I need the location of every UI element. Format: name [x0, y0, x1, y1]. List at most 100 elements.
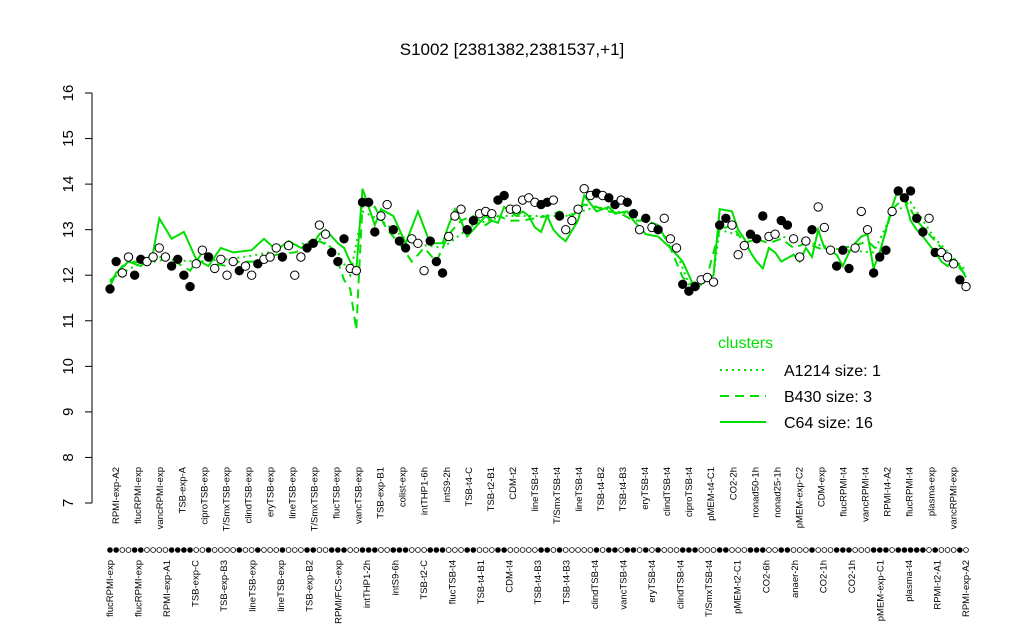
x-label-bottom: CO2-6h [761, 560, 772, 593]
x-label-top: lineTSB-exp [288, 467, 299, 519]
data-point [394, 236, 405, 246]
rug-marker [495, 547, 501, 553]
y-tick-label: 15 [60, 130, 77, 147]
rug-marker [168, 547, 175, 553]
x-label-top: ciproTSB-t4 [684, 467, 695, 517]
data-point [154, 243, 164, 253]
rug-marker [735, 547, 741, 553]
rug-marker [211, 547, 218, 553]
y-tick-label: 14 [60, 176, 77, 193]
rug-marker [150, 547, 156, 553]
rug-marker [803, 547, 809, 553]
x-label-bottom: TSB-exp-C [191, 560, 202, 607]
x-label-bottom: intS9-6h [390, 560, 401, 595]
rug-marker [224, 547, 230, 553]
sample-rug [107, 547, 969, 553]
x-label-top: T/SmxTSB-t4 [552, 467, 563, 524]
rug-marker [335, 547, 341, 553]
rug-marker [415, 547, 421, 553]
rug-marker [119, 547, 126, 553]
rug-marker [254, 547, 261, 553]
data-point [419, 265, 429, 276]
rug-marker [618, 547, 624, 553]
rug-marker [489, 547, 495, 553]
rug-marker [544, 547, 551, 553]
rug-marker [322, 547, 329, 553]
data-point [622, 197, 632, 208]
rug-marker [242, 547, 249, 553]
rug-marker [809, 547, 815, 553]
rug-marker [778, 547, 785, 553]
rug-marker [470, 547, 477, 553]
x-label-top: T/SmxTSB-exp [221, 467, 232, 531]
x-label-bottom: pMEM-t2-C1 [733, 560, 744, 614]
rug-marker [218, 547, 224, 553]
data-point [733, 250, 743, 260]
data-point [641, 213, 651, 223]
rug-marker [790, 547, 797, 553]
legend-label: A1214 size: 1 [784, 363, 881, 380]
data-point [708, 277, 719, 287]
rug-marker [125, 547, 132, 553]
rug-marker [402, 547, 409, 553]
data-point [271, 243, 281, 253]
data-point [844, 263, 854, 274]
x-label-top: TSB-exp-B1 [376, 467, 387, 519]
data-point [671, 243, 682, 253]
legend: clusters A1214 size: 1 B430 size: 3 C64 si… [718, 335, 881, 432]
rug-marker [519, 547, 526, 553]
rug-marker [187, 547, 193, 553]
rug-marker [932, 547, 939, 553]
rug-marker [938, 547, 945, 553]
data-point [825, 245, 836, 255]
rug-marker [174, 547, 181, 553]
x-label-top: RPMI-exp-A2 [111, 467, 122, 524]
rug-marker [612, 547, 618, 553]
rug-marker [815, 547, 822, 553]
rug-marker [532, 547, 538, 553]
rug-marker [963, 547, 969, 553]
rug-marker [920, 547, 926, 553]
data-point [382, 199, 392, 210]
rug-marker [692, 547, 698, 553]
data-point [918, 227, 928, 237]
data-point [197, 245, 208, 255]
rug-marker [236, 547, 243, 553]
data-point [942, 252, 953, 262]
rug-marker [199, 547, 206, 553]
x-label-top: vancTSB-exp [354, 467, 365, 524]
x-label-bottom: clindTSB-t4 [590, 560, 601, 609]
y-tick-label: 16 [60, 85, 77, 102]
rug-marker [464, 547, 470, 553]
data-point [727, 220, 737, 230]
data-point [905, 186, 916, 196]
rug-marker [913, 547, 920, 553]
rug-marker [710, 547, 717, 553]
data-point [678, 279, 688, 290]
rug-marker [864, 547, 871, 553]
data-point [117, 268, 128, 278]
rug-marker [378, 547, 384, 553]
rug-marker [390, 547, 397, 553]
data-point [203, 252, 214, 262]
x-label-top: pMEM-exp-C2 [794, 467, 805, 528]
x-label-top: colist-exp [398, 467, 409, 507]
rug-marker [587, 547, 594, 553]
x-label-bottom: TSB-t4-B1 [476, 560, 487, 604]
data-point [339, 234, 349, 244]
data-point [721, 213, 731, 223]
rug-marker [316, 547, 323, 553]
data-point [160, 252, 171, 262]
rug-marker [285, 547, 292, 553]
rug-marker [599, 547, 606, 553]
data-point [788, 234, 799, 244]
rug-marker [649, 547, 655, 553]
x-label-bottom: RPMI/FCS-exp [333, 560, 344, 624]
rug-marker [562, 547, 569, 553]
x-label-top: CO2-2h [728, 467, 739, 500]
x-label-top: RPMI-t4-A2 [883, 467, 894, 517]
rug-marker [655, 547, 661, 553]
x-label-bottom: RPMI-exp-A1 [162, 560, 173, 617]
x-label-top: plasma-exp [927, 467, 938, 516]
x-label-bottom: CO2-1h [847, 560, 858, 593]
